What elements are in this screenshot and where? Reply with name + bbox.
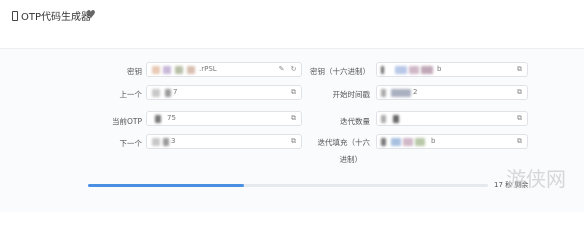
iterations-label: 迭代数量 [340, 117, 370, 126]
edit-icon[interactable]: ✎ [278, 65, 285, 74]
current-otp-field[interactable]: 75 ⧉ [146, 111, 302, 126]
start-time-field[interactable]: 2 ⧉ [376, 85, 528, 100]
secret-hex-label: 密钥（十六进制） [310, 67, 370, 76]
secret-hex-field[interactable]: b ⧉ [376, 62, 528, 77]
copy-icon[interactable]: ⧉ [516, 65, 523, 74]
next-field[interactable]: 3 ⧉ [146, 134, 302, 149]
current-otp-label: 当前OTP [111, 117, 142, 126]
current-otp-value: 75 [167, 114, 176, 122]
page-title-text: OTP代码生成器 [21, 12, 92, 23]
secret-field[interactable]: .rPSL ✎ ↻ [146, 62, 302, 77]
secret-value: .rPSL [199, 65, 217, 73]
start-time-label: 开始时间戳 [332, 90, 371, 99]
copy-icon[interactable]: ⧉ [290, 114, 297, 123]
heart-icon[interactable]: ♥ [86, 8, 96, 21]
iter-fill-value: b [431, 137, 436, 145]
progress-bar [88, 184, 488, 187]
copy-icon[interactable]: ⧉ [290, 88, 297, 97]
page-title: OTP代码生成器 [12, 8, 91, 23]
secret-hex-value: b [437, 65, 442, 73]
watermark-logo: 游侠网 [506, 167, 566, 191]
iter-fill-label-line2: 进制） [339, 155, 363, 164]
secret-label: 密钥 [127, 67, 142, 76]
svg-text:游侠网: 游侠网 [506, 167, 566, 191]
next-value: 3 [171, 137, 176, 145]
copy-icon[interactable]: ⧉ [516, 114, 523, 123]
phone-icon [12, 10, 18, 21]
app-header: OTP代码生成器 ♥ [0, 0, 584, 34]
previous-label: 上一个 [119, 90, 143, 99]
previous-value: 7 [173, 88, 178, 96]
iter-fill-field[interactable]: b ⧉ [376, 134, 528, 149]
iter-fill-label-line1: 迭代填充（十六 [317, 138, 371, 147]
start-time-value: 2 [413, 88, 418, 96]
next-label: 下一个 [119, 139, 143, 148]
copy-icon[interactable]: ⧉ [516, 88, 523, 97]
progress-fill [88, 184, 244, 187]
copy-icon[interactable]: ⧉ [516, 137, 523, 146]
iterations-field[interactable]: ⧉ [376, 111, 528, 126]
previous-field[interactable]: 7 ⧉ [146, 85, 302, 100]
